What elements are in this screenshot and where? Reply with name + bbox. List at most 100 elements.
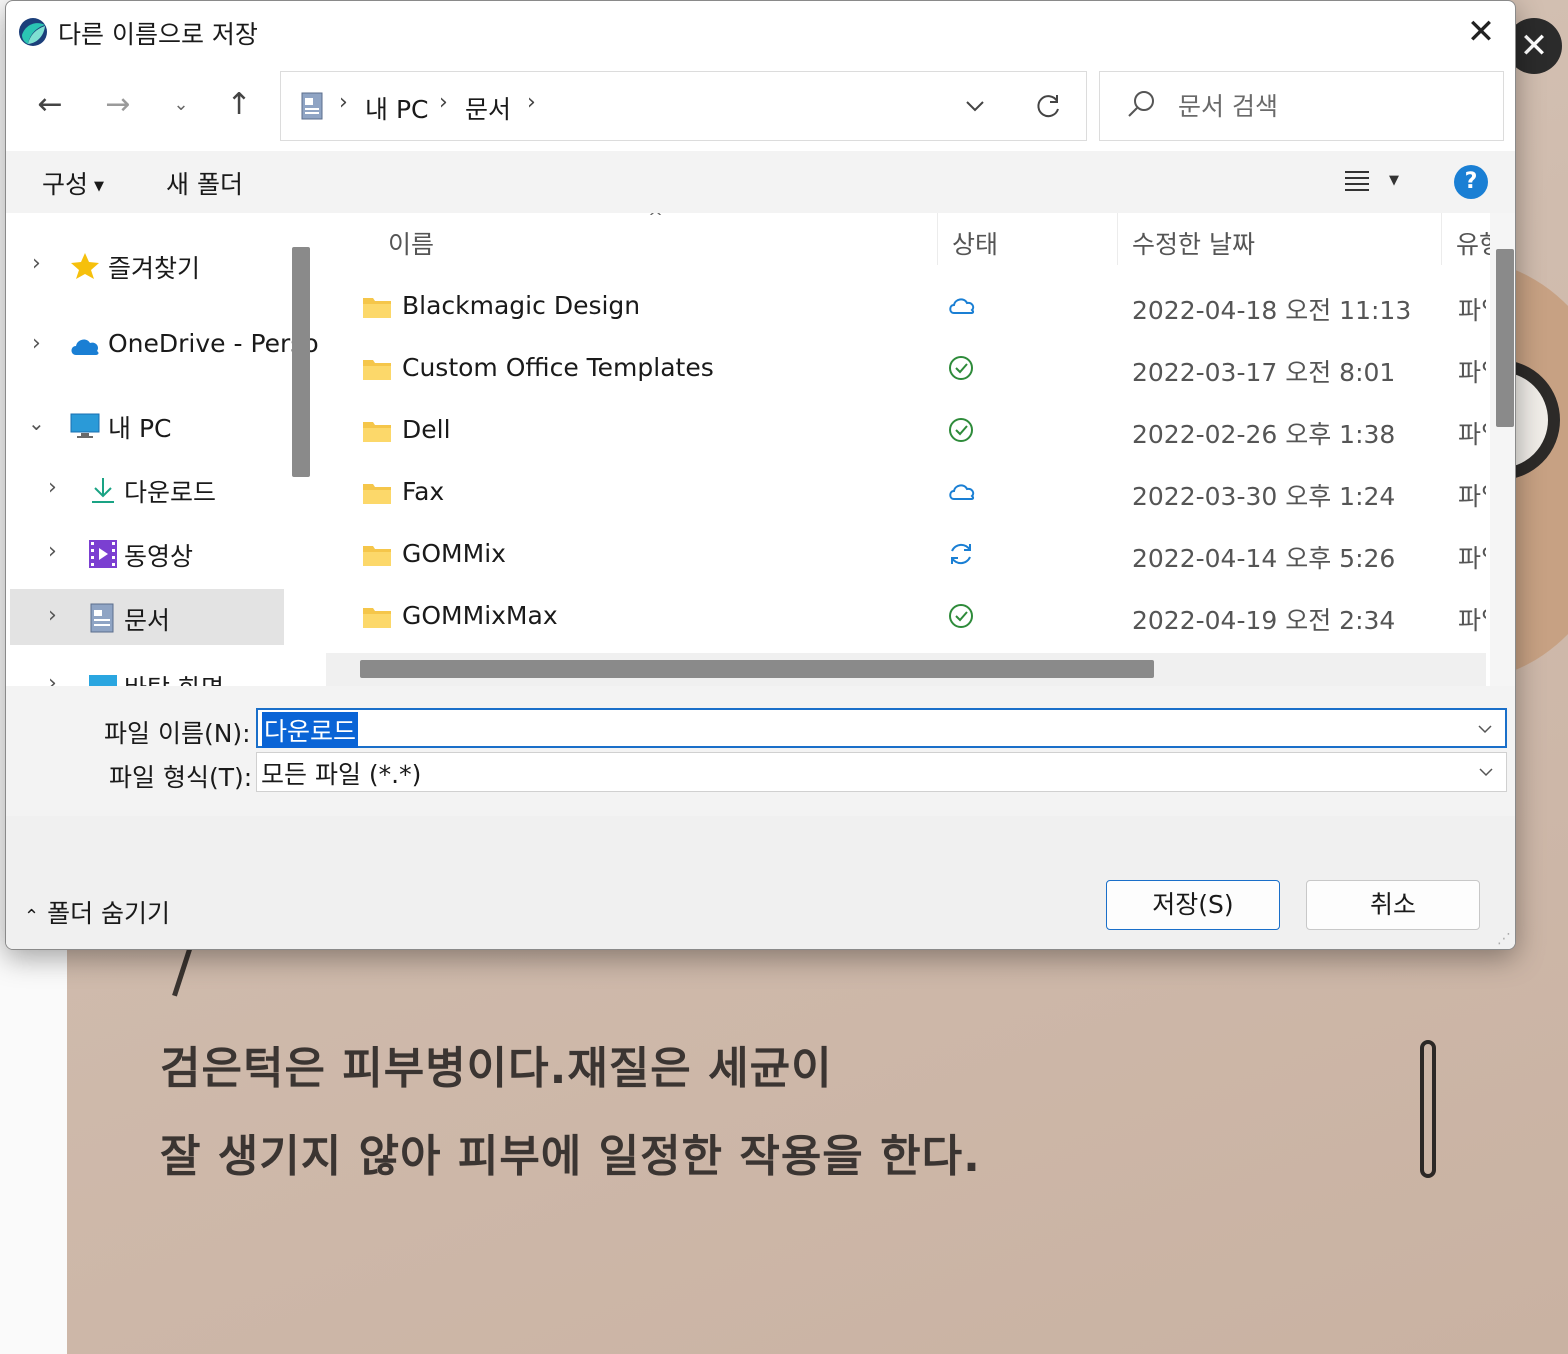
chevron-right-icon[interactable]: › (48, 671, 57, 686)
breadcrumb-separator[interactable]: › (527, 90, 536, 115)
file-name: Custom Office Templates (402, 353, 714, 382)
tree-item-my-pc[interactable]: ⌄ 내 PC (10, 397, 284, 453)
tree-label: 내 PC (108, 414, 172, 443)
chevron-right-icon[interactable]: › (48, 475, 57, 500)
file-date: 2022-04-19 오전 2:34 (1132, 606, 1396, 635)
background-caption-line-1: 검은턱은 피부병이다.재질은 세균이 (160, 1043, 833, 1094)
save-fields: 파일 이름(N): 다운로드 파일 형식(T): 모든 파일 (*.*) (6, 686, 1515, 816)
new-folder-button[interactable]: 새 폴더 (166, 165, 243, 201)
refresh-icon[interactable] (1033, 92, 1063, 122)
address-bar[interactable]: › 내 PC › 문서 › (280, 71, 1087, 141)
up-button[interactable]: ↑ (219, 85, 259, 125)
navigation-scrollbar[interactable] (292, 247, 310, 477)
chevron-down-icon[interactable] (963, 94, 987, 118)
column-label: 수정한 날짜 (1132, 230, 1255, 259)
file-type: 파일 폴더 (1458, 296, 1486, 325)
organize-menu[interactable]: 구성 ▼ (42, 165, 104, 201)
folder-icon (363, 422, 391, 442)
save-as-dialog: 다른 이름으로 저장 ✕ ← → ⌄ ↑ › 내 PC › 문서 › 문서 검색… (5, 0, 1516, 950)
tree-item-downloads[interactable]: › 다운로드 (10, 461, 284, 517)
file-name: Fax (402, 477, 445, 506)
background-pill (1420, 1040, 1436, 1178)
column-header-modified[interactable]: 수정한 날짜 (1118, 213, 1442, 265)
view-options-icon[interactable] (1344, 167, 1370, 193)
resize-grip-icon[interactable]: ⋰ (1497, 931, 1511, 947)
tree-item-videos[interactable]: › 동영상 (10, 525, 284, 581)
save-button[interactable]: 저장(S) (1106, 880, 1280, 930)
tree-label: 동영상 (124, 542, 194, 571)
cloud-icon (71, 339, 99, 355)
filetype-value: 모든 파일 (*.*) (261, 760, 422, 789)
organize-label: 구성 (42, 170, 89, 199)
title-bar: 다른 이름으로 저장 ✕ (6, 1, 1515, 63)
tree-label: OneDrive - Perso (108, 329, 318, 358)
syncing-icon (951, 543, 971, 565)
navigation-pane: › 즐겨찾기 › OneDrive - Perso ⌄ 내 PC › 다운로드 … (6, 213, 318, 686)
dialog-footer: ⌃ 폴더 숨기기 저장(S) 취소 ⋰ (6, 816, 1515, 949)
file-name: GOMMix (402, 539, 506, 568)
file-row[interactable]: GOMMix 2022-04-14 오후 5:26 파일 폴더 (318, 525, 1488, 587)
file-type: 파일 폴더 (1458, 544, 1486, 573)
forward-button[interactable]: → (98, 85, 138, 125)
video-icon (89, 540, 117, 568)
chevron-right-icon[interactable]: › (32, 331, 41, 356)
chevron-right-icon[interactable]: › (48, 539, 57, 564)
file-type: 파일 폴더 (1458, 420, 1486, 449)
breadcrumb-separator[interactable]: › (339, 90, 348, 115)
column-header-name[interactable]: ^ 이름 (318, 213, 938, 265)
search-box[interactable] (1099, 71, 1504, 141)
monitor-icon (70, 413, 100, 438)
command-bar: 구성 ▼ 새 폴더 ▼ ? (6, 151, 1515, 213)
column-header-status[interactable]: 상태 (938, 213, 1118, 265)
sort-ascending-icon: ^ (648, 213, 664, 228)
tree-label: 바탕 화면 (124, 669, 224, 686)
help-button[interactable]: ? (1454, 165, 1488, 199)
tree-label: 즐겨찾기 (108, 254, 201, 283)
file-list-vertical-scrollbar-thumb[interactable] (1496, 249, 1514, 427)
back-button[interactable]: ← (30, 85, 70, 125)
tree-label: 다운로드 (124, 478, 217, 507)
file-name: Blackmagic Design (402, 291, 641, 320)
filetype-select[interactable]: 모든 파일 (*.*) (256, 752, 1507, 792)
cancel-button[interactable]: 취소 (1306, 880, 1480, 930)
search-input[interactable] (1178, 88, 1478, 124)
file-row[interactable]: GOMMixMax 2022-04-19 오전 2:34 파일 폴더 (318, 587, 1488, 649)
tree-item-documents[interactable]: › 문서 (10, 589, 284, 645)
file-list-horizontal-scrollbar-thumb[interactable] (360, 660, 1154, 678)
file-row[interactable]: Dell 2022-02-26 오후 1:38 파일 폴더 (318, 401, 1488, 463)
file-row[interactable]: Blackmagic Design 2022-04-18 오전 11:13 파일… (318, 277, 1488, 339)
background-caption-line-2: 잘 생기지 않아 피부에 일정한 작용을 한다. (160, 1131, 981, 1182)
tree-item-favorites[interactable]: › 즐겨찾기 (10, 237, 284, 293)
file-row[interactable]: Custom Office Templates 2022-03-17 오전 8:… (318, 339, 1488, 401)
tree-item-desktop[interactable]: › 바탕 화면 (10, 657, 284, 686)
tree-label: 문서 (124, 606, 171, 635)
document-icon (301, 92, 323, 120)
file-date: 2022-04-14 오후 5:26 (1132, 544, 1396, 573)
hide-folders-button[interactable]: ⌃ 폴더 숨기기 (24, 894, 170, 930)
filename-label: 파일 이름(N): (104, 719, 251, 748)
file-row[interactable]: Fax 2022-03-30 오후 1:24 파일 폴더 (318, 463, 1488, 525)
chevron-down-icon[interactable] (1476, 762, 1496, 782)
synced-check-icon (949, 356, 973, 380)
filename-input[interactable]: 다운로드 (256, 708, 1507, 748)
file-name: Dell (402, 415, 451, 444)
tree-item-onedrive[interactable]: › OneDrive - Perso (10, 317, 318, 373)
cloud-icon (949, 298, 975, 314)
breadcrumb-separator[interactable]: › (439, 90, 448, 115)
breadcrumb-documents[interactable]: 문서 (465, 90, 511, 126)
chevron-down-icon[interactable] (1475, 719, 1495, 739)
file-date: 2022-03-30 오후 1:24 (1132, 482, 1396, 511)
hide-folders-label: 폴더 숨기기 (47, 899, 171, 928)
navigation-row: ← → ⌄ ↑ › 내 PC › 문서 › (6, 63, 1515, 149)
column-label: 이름 (388, 230, 435, 259)
synced-check-icon (949, 604, 973, 628)
chevron-right-icon[interactable]: › (32, 251, 41, 276)
chevron-down-icon[interactable]: ⌄ (28, 411, 45, 435)
filename-value[interactable]: 다운로드 (262, 712, 359, 748)
recent-locations-button[interactable]: ⌄ (161, 85, 201, 125)
breadcrumb-my-pc[interactable]: 내 PC (365, 90, 428, 126)
view-caret-down-icon[interactable]: ▼ (1389, 173, 1399, 188)
chevron-right-icon[interactable]: › (48, 603, 57, 628)
close-button[interactable]: ✕ (1461, 13, 1501, 53)
file-type: 파일 폴더 (1458, 606, 1486, 635)
